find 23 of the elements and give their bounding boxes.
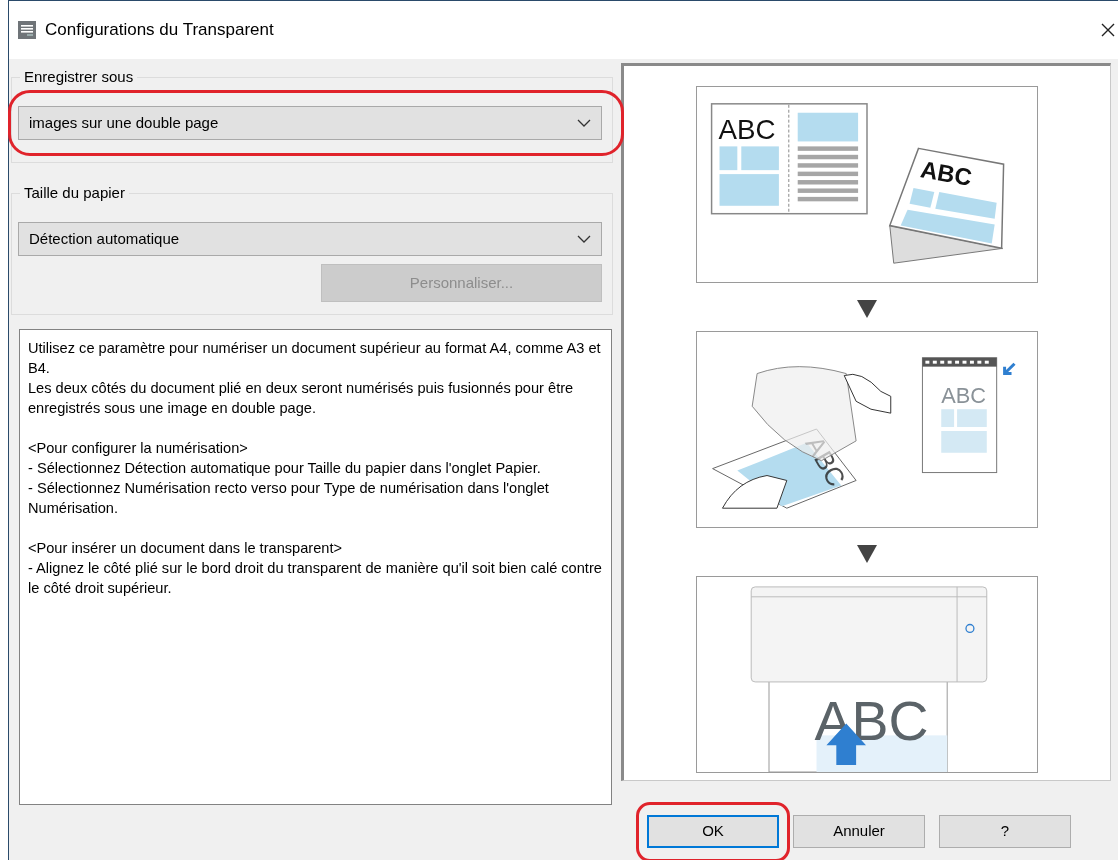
dropdown[interactable]: images sur une double page xyxy=(18,106,602,140)
triangle-down-icon xyxy=(857,299,877,319)
dialog-button[interactable]: ? xyxy=(939,815,1071,848)
dropdown[interactable]: Détection automatique xyxy=(18,222,602,256)
description-paragraph: - Alignez le côté plié sur le bord droit du transparent de manière qu'il soit bien calé contre le côté droit supérieur. xyxy=(28,559,603,598)
window-title: Configurations du Transparent xyxy=(45,19,274,42)
chevron-down-icon xyxy=(577,234,591,244)
illustration-text: ABC xyxy=(941,383,986,409)
description-paragraph: Les deux côtés du document plié en deux seront numérisés puis fusionnés pour être enregistrés sous une image en double page. xyxy=(28,379,575,418)
illustration-text: ABC xyxy=(918,155,974,191)
description-paragraph: - Sélectionnez Détection automatique pour Taille du papier dans l'onglet Papier. xyxy=(28,459,542,478)
description-paragraph: Utilisez ce paramètre pour numériser un document supérieur au format A4, comme A3 et B4. xyxy=(28,339,602,378)
description-paragraph: <Pour configurer la numérisation> xyxy=(28,439,249,458)
window-menu-icon xyxy=(17,20,37,40)
illustration-text: ABC xyxy=(718,114,776,146)
triangle-down-icon xyxy=(857,544,877,564)
description-paragraph: <Pour insérer un document dans le transparent> xyxy=(28,539,343,558)
chevron-down-icon xyxy=(577,118,591,128)
close-icon xyxy=(1100,22,1116,38)
dialog-button[interactable]: OK xyxy=(647,815,779,848)
description-paragraph: - Sélectionnez Numérisation recto verso pour Type de numérisation dans l'onglet Numérisation. xyxy=(28,479,550,518)
dialog-button[interactable]: Annuler xyxy=(793,815,925,848)
close-button[interactable] xyxy=(1100,22,1116,38)
